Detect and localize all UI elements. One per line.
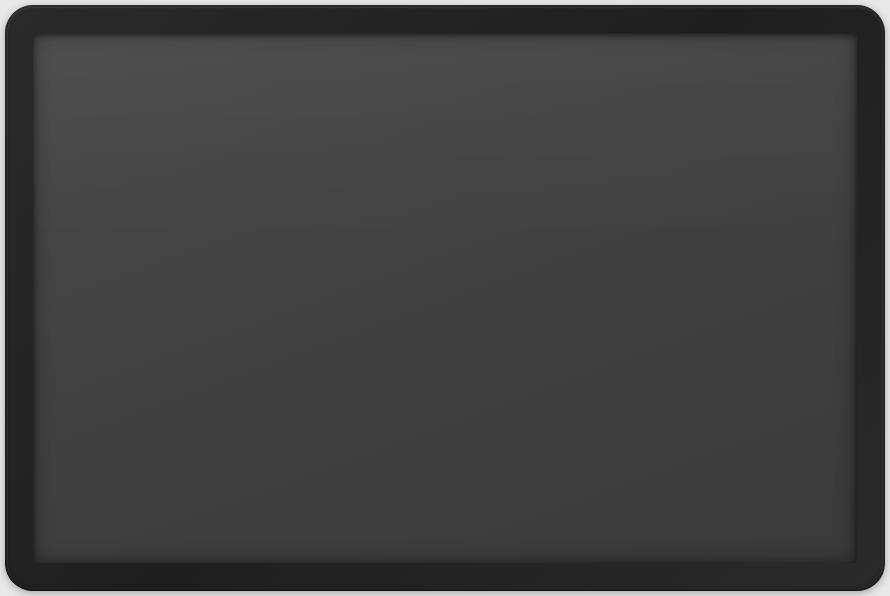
tablet-screen[interactable] (33, 33, 857, 563)
tablet-device-frame (5, 5, 885, 591)
